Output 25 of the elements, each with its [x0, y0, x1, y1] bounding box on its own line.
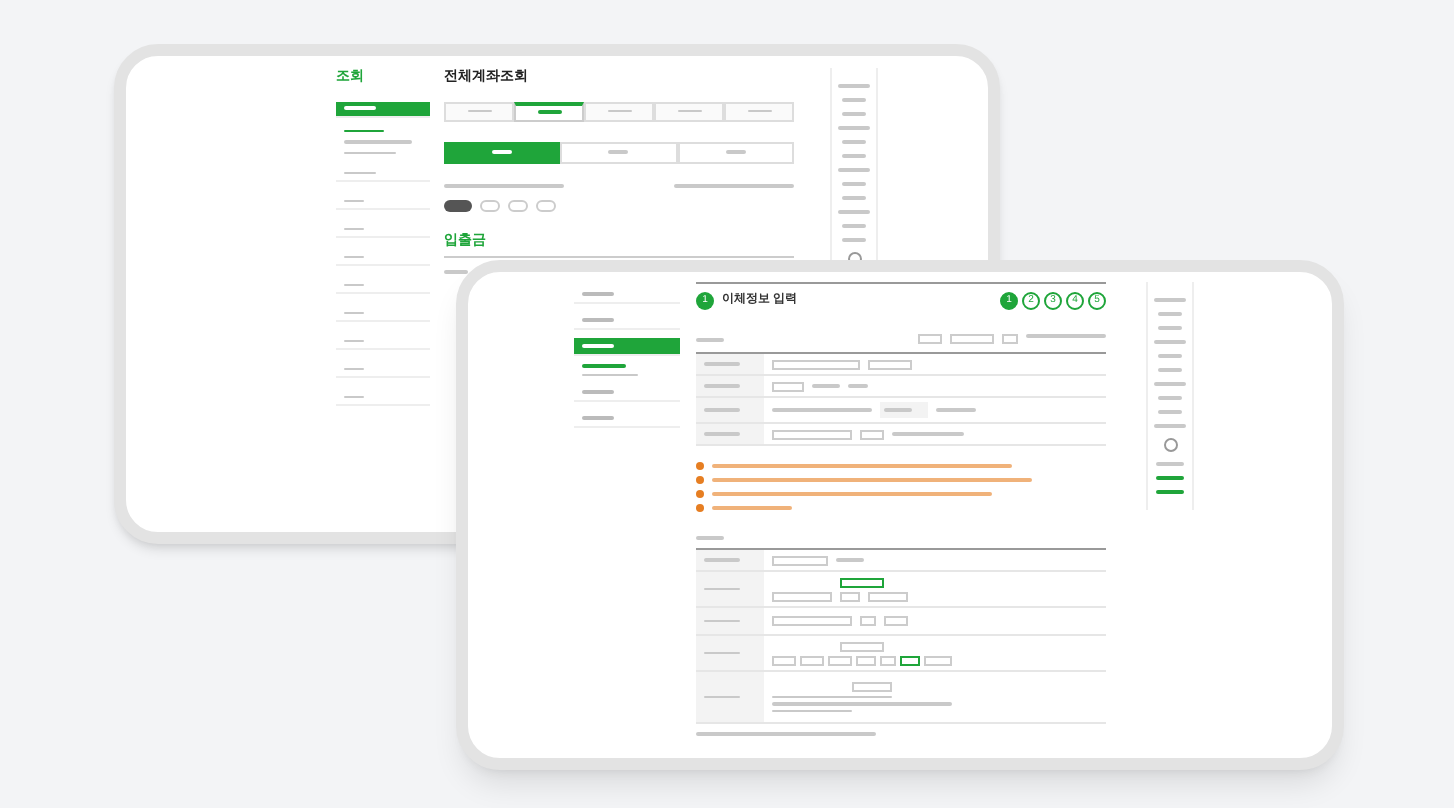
input-field[interactable] — [772, 429, 852, 439]
input-field[interactable] — [772, 359, 860, 369]
input-field[interactable] — [772, 381, 804, 391]
option-button[interactable] — [840, 577, 884, 587]
input-field[interactable] — [772, 555, 828, 565]
option-button[interactable] — [1002, 334, 1018, 344]
option-button[interactable] — [772, 591, 832, 601]
option-button[interactable] — [852, 681, 892, 692]
option-button[interactable] — [924, 655, 952, 665]
option-button[interactable] — [828, 655, 852, 665]
input-field[interactable] — [772, 616, 852, 626]
sidebar-item[interactable] — [574, 338, 680, 356]
sidebar-item[interactable] — [336, 101, 430, 117]
option-button[interactable] — [840, 641, 884, 651]
filter-chip[interactable] — [444, 199, 472, 211]
option-button[interactable] — [860, 429, 884, 439]
option-button[interactable] — [884, 616, 908, 626]
option-button[interactable] — [800, 655, 824, 665]
option-button[interactable] — [772, 655, 796, 665]
segment-tab[interactable] — [444, 141, 561, 163]
option-button[interactable] — [868, 359, 912, 369]
option-button[interactable] — [950, 334, 994, 344]
headset-icon — [1163, 438, 1177, 452]
option-button[interactable] — [918, 334, 942, 344]
option-button[interactable] — [868, 591, 908, 601]
